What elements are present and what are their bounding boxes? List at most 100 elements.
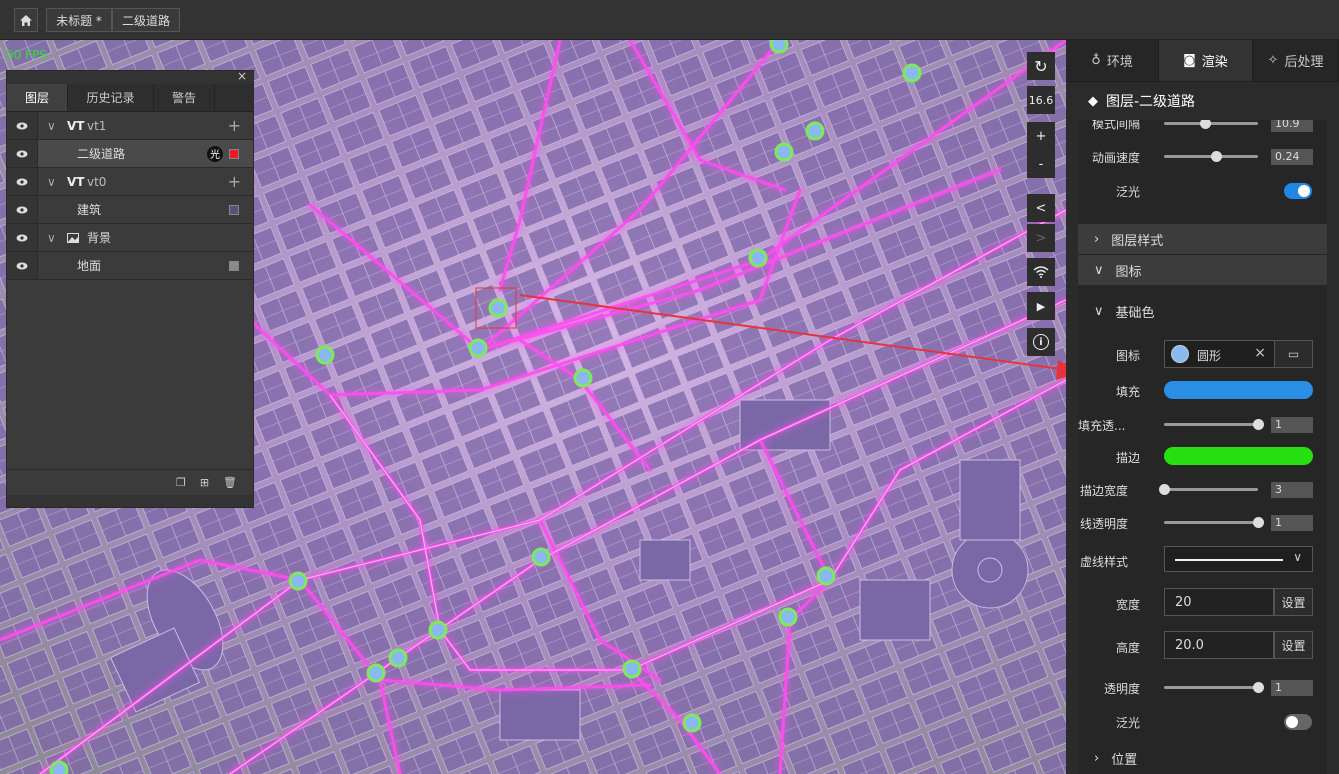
folder-open-button[interactable]: ▭ — [1274, 340, 1313, 368]
slider-track[interactable] — [1164, 423, 1258, 426]
stroke-color-picker[interactable] — [1164, 447, 1313, 465]
width-set-button[interactable]: 设置 — [1274, 588, 1313, 616]
tab-history[interactable]: 历史记录 — [68, 84, 154, 111]
glow-toggle[interactable] — [1284, 714, 1312, 730]
slider-knob[interactable] — [1253, 419, 1264, 430]
layer-name: vt1 — [87, 118, 107, 133]
prop-label: 泛光 — [1116, 185, 1141, 199]
close-icon[interactable]: × — [237, 69, 247, 83]
zoom-in-button[interactable]: + — [1027, 122, 1055, 150]
prop-label: 泛光 — [1116, 716, 1141, 730]
layer-row-background[interactable]: ∨ 背景 — [7, 224, 253, 252]
slider-knob[interactable] — [1210, 151, 1222, 162]
visibility-toggle[interactable] — [7, 112, 38, 139]
prop-label: 填充透... — [1078, 419, 1126, 433]
eye-icon — [16, 122, 28, 129]
chevron-down-icon[interactable]: ∨ — [47, 119, 56, 133]
zoom-out-button[interactable]: - — [1027, 150, 1055, 178]
chevron-down-icon: ∨ — [1094, 262, 1104, 278]
slider-track[interactable] — [1164, 488, 1258, 491]
slider-knob[interactable] — [1253, 517, 1264, 528]
wifi-icon — [1033, 266, 1049, 278]
fps-counter: 50 FPS — [6, 48, 47, 62]
eye-icon — [16, 234, 28, 241]
wifi-button[interactable] — [1027, 258, 1055, 286]
visibility-toggle[interactable] — [7, 168, 38, 195]
value-box[interactable]: 10.9 — [1271, 120, 1313, 132]
section-icon[interactable]: ∨ 图标 — [1078, 255, 1327, 285]
slider-track[interactable] — [1164, 686, 1258, 689]
chevron-down-icon[interactable]: ∨ — [47, 175, 56, 189]
map-viewport[interactable]: 50 FPS × 图层 历史记录 警告 ∨ VT vt1 + 二级道路 光 ∨ … — [0, 40, 1066, 774]
breadcrumb-layer[interactable]: 二级道路 — [112, 8, 180, 32]
breadcrumb-untitled[interactable]: 未标题 * — [46, 8, 112, 32]
add-layer-icon[interactable]: + — [228, 116, 241, 135]
visibility-toggle[interactable] — [7, 252, 38, 279]
slider-knob[interactable] — [1159, 484, 1170, 495]
eye-icon — [16, 150, 28, 157]
add-folder-icon[interactable]: ⊞ — [200, 476, 209, 489]
prop-label: 动画速度 — [1092, 151, 1141, 165]
tab-render[interactable]: ◙ 渲染 — [1159, 40, 1253, 81]
layer-color-swatch[interactable] — [229, 148, 239, 159]
tab-post-process[interactable]: ✧ 后处理 — [1253, 40, 1339, 81]
slider-track[interactable] — [1164, 122, 1258, 125]
info-button[interactable]: i — [1027, 328, 1055, 356]
slider-knob[interactable] — [1253, 682, 1264, 693]
glow-toggle[interactable] — [1284, 183, 1312, 199]
tab-warnings[interactable]: 警告 — [154, 84, 215, 111]
value-box[interactable]: 0.24 — [1271, 149, 1313, 165]
visibility-toggle[interactable] — [7, 196, 38, 223]
height-set-button[interactable]: 设置 — [1274, 631, 1313, 659]
layer-color-swatch[interactable] — [229, 260, 239, 271]
layers-panel-tabs: 图层 历史记录 警告 — [7, 84, 253, 112]
trash-icon[interactable]: 🗑 — [223, 476, 237, 489]
properties-scroll[interactable]: 模式间隔 10.9 动画速度 0.24 泛光 › 图层样式 ∨ 图标 ∨ 基础色 — [1078, 120, 1327, 774]
layer-name: 二级道路 — [77, 147, 126, 161]
layer-row-secondary-road[interactable]: 二级道路 光 — [7, 140, 253, 168]
prop-label: 填充 — [1116, 385, 1141, 399]
play-button[interactable]: ▶ — [1027, 292, 1055, 320]
layer-row-vt0[interactable]: ∨ VT vt0 + — [7, 168, 253, 196]
value-box[interactable]: 1 — [1271, 417, 1313, 433]
tab-layers[interactable]: 图层 — [7, 84, 68, 111]
subsection-position[interactable]: › 位置 — [1078, 744, 1327, 772]
visibility-toggle[interactable] — [7, 140, 38, 167]
tab-environment[interactable]: ♁ 环境 — [1066, 40, 1159, 81]
prop-label: 高度 — [1116, 641, 1141, 655]
visibility-toggle[interactable] — [7, 224, 38, 251]
layer-color-swatch[interactable] — [229, 204, 239, 215]
prop-row-fill-opacity: 填充透... 1 — [1078, 412, 1327, 440]
slider-track[interactable] — [1164, 521, 1258, 524]
clear-icon[interactable]: × — [1254, 345, 1266, 361]
home-button[interactable] — [14, 8, 38, 32]
icon-select[interactable]: 圆形 × — [1164, 340, 1275, 368]
prop-row-stroke: 描边 — [1078, 444, 1327, 472]
height-input[interactable]: 20.0 — [1164, 631, 1274, 659]
slider-knob[interactable] — [1200, 120, 1211, 129]
add-layer-icon[interactable]: + — [228, 172, 241, 191]
prev-button[interactable]: < — [1027, 194, 1055, 222]
chevron-down-icon[interactable]: ∨ — [47, 231, 56, 245]
prop-row-fill: 填充 — [1078, 378, 1327, 406]
magic-wand-icon: ✧ — [1267, 53, 1279, 68]
layer-row-buildings[interactable]: 建筑 — [7, 196, 253, 224]
value-box[interactable]: 1 — [1271, 680, 1313, 696]
section-layer-style[interactable]: › 图层样式 — [1078, 224, 1327, 254]
fill-color-picker[interactable] — [1164, 381, 1313, 399]
dash-style-select[interactable]: ∨ — [1164, 546, 1313, 572]
chevron-down-icon: ∨ — [1094, 303, 1104, 319]
refresh-button[interactable]: ↻ — [1027, 52, 1055, 80]
width-input[interactable]: 20 — [1164, 588, 1274, 616]
chevron-down-icon: ∨ — [1293, 550, 1302, 564]
subsection-base-color[interactable]: ∨ 基础色 — [1078, 297, 1327, 325]
layer-type-label: VT — [67, 118, 85, 133]
prop-label: 模式间隔 — [1092, 120, 1141, 131]
value-box[interactable]: 3 — [1271, 482, 1313, 498]
duplicate-icon[interactable]: ❐ — [176, 476, 186, 489]
layer-row-ground[interactable]: 地面 — [7, 252, 253, 280]
value-box[interactable]: 1 — [1271, 515, 1313, 531]
next-button[interactable]: > — [1027, 224, 1055, 252]
circle-icon — [1171, 345, 1189, 363]
layer-row-vt1[interactable]: ∨ VT vt1 + — [7, 112, 253, 140]
